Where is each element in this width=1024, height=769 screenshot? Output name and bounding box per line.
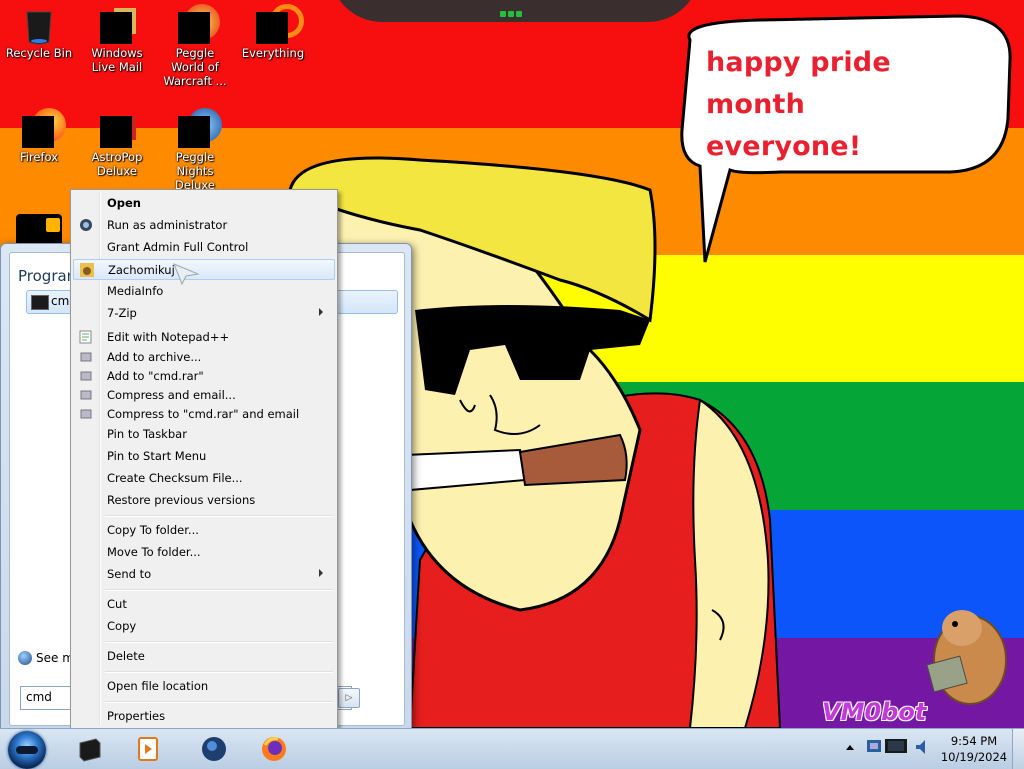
media-player-icon xyxy=(138,737,158,761)
peggle-nights-deluxe-icon xyxy=(178,108,222,148)
desktop-icon-firefox[interactable]: Firefox xyxy=(2,108,76,164)
speech-bubble-text: happy pride month everyone! xyxy=(706,42,996,168)
winrar-icon xyxy=(79,350,93,364)
desktop-icon-recycle-bin[interactable]: Recycle Bin xyxy=(2,4,76,60)
submenu-arrow-icon xyxy=(319,308,323,316)
character-arm xyxy=(688,398,770,728)
menu-item-delete[interactable]: Delete xyxy=(73,646,333,666)
menu-item-move-to-folder[interactable]: Move To folder... xyxy=(73,542,333,562)
shield-icon xyxy=(79,218,93,232)
start-button[interactable] xyxy=(4,730,50,769)
desktop-icon-label: Recycle Bin xyxy=(5,46,73,60)
clock-date: 10/19/2024 xyxy=(940,750,1008,764)
astropop-deluxe-icon xyxy=(100,112,136,148)
taskbar-button-media-player[interactable] xyxy=(120,731,176,767)
recycle-bin-icon xyxy=(22,8,56,45)
tray-show-hidden-icon[interactable] xyxy=(846,745,854,750)
speech-bubble-line-1: happy pride month xyxy=(706,47,891,120)
menu-item-copy[interactable]: Copy xyxy=(73,616,333,636)
menu-item-add-to-archive[interactable]: Add to archive... xyxy=(73,347,333,367)
menu-item-add-to-cmd-rar[interactable]: Add to "cmd.rar" xyxy=(73,366,333,386)
taskbar-button-globe[interactable] xyxy=(186,731,242,767)
terminal-icon xyxy=(79,738,101,762)
desktop-icon-label: Firefox xyxy=(19,150,59,164)
menu-item-zachomikuj[interactable]: Zachomikuj xyxy=(73,259,335,280)
menu-item-run-as-administrator[interactable]: Run as administrator xyxy=(73,215,333,235)
hamster-icon xyxy=(80,263,94,277)
menu-separator xyxy=(105,701,333,703)
menu-item-restore-previous-versions[interactable]: Restore previous versions xyxy=(73,490,333,510)
show-desktop-button[interactable] xyxy=(1012,729,1024,769)
notepad-plus-plus-icon xyxy=(79,330,93,344)
desktop-icon-label: Peggle Nights Deluxe xyxy=(175,150,215,192)
start-orb-icon xyxy=(8,731,46,769)
tray-icon-display[interactable] xyxy=(884,737,908,757)
menu-item-send-to[interactable]: Send to xyxy=(73,564,333,584)
peggle-world-of-warcraft-icon xyxy=(178,4,220,44)
desktop-icon-label: Peggle World of Warcraft ... xyxy=(163,46,227,88)
menu-item-compress-and-email[interactable]: Compress and email... xyxy=(73,385,333,405)
cmd-icon xyxy=(31,295,49,310)
menu-item-mediainfo[interactable]: MediaInfo xyxy=(73,281,333,301)
menu-separator xyxy=(105,671,333,673)
submenu-arrow-icon xyxy=(319,569,323,577)
display-icon xyxy=(885,739,907,753)
ie-globe-icon xyxy=(202,737,226,761)
winrar-icon xyxy=(79,369,93,383)
taskbar: 9:54 PM 10/19/2024 xyxy=(0,728,1024,769)
menu-separator xyxy=(105,515,333,517)
menu-item-properties[interactable]: Properties xyxy=(73,706,333,726)
desktop-icon-everything[interactable]: Everything xyxy=(236,4,310,60)
desktop-icon-label: AstroPop Deluxe xyxy=(91,150,143,178)
desktop-icon-partial[interactable] xyxy=(16,214,62,244)
menu-separator xyxy=(105,641,333,643)
firefox-icon xyxy=(262,737,286,761)
desktop-icon-label: Everything xyxy=(241,46,305,60)
shutdown-arrow-button[interactable]: ▷ xyxy=(338,688,360,708)
menu-item-7-zip[interactable]: 7-Zip xyxy=(73,303,333,323)
firefox-icon xyxy=(22,108,66,148)
watermark-text: VM0bot xyxy=(822,698,927,726)
menu-item-pin-to-taskbar[interactable]: Pin to Taskbar xyxy=(73,424,333,444)
speech-bubble-line-2: everyone! xyxy=(706,131,862,162)
taskbar-button-terminal[interactable] xyxy=(62,731,118,767)
menu-item-cut[interactable]: Cut xyxy=(73,594,333,614)
search-globe-icon xyxy=(18,651,32,665)
tray-icon-network[interactable] xyxy=(866,737,884,757)
menu-item-edit-with-notepad-plus-plus[interactable]: Edit with Notepad++ xyxy=(73,327,333,347)
network-icon xyxy=(867,740,881,752)
menu-item-compress-to-cmd-rar-and-email[interactable]: Compress to "cmd.rar" and email xyxy=(73,404,333,424)
windows-live-mail-icon xyxy=(100,8,136,44)
taskbar-button-firefox[interactable] xyxy=(246,731,302,767)
winrar-icon xyxy=(79,388,93,402)
winrar-icon xyxy=(79,407,93,421)
desktop-icon-windows-live-mail[interactable]: Windows Live Mail xyxy=(80,4,154,74)
clock-time: 9:54 PM xyxy=(950,734,998,748)
menu-item-copy-to-folder[interactable]: Copy To folder... xyxy=(73,520,333,540)
desktop-icon-peggle-nights-deluxe[interactable]: Peggle Nights Deluxe xyxy=(158,108,232,192)
context-menu: Open Run as administrator Grant Admin Fu… xyxy=(70,189,338,729)
menu-item-open[interactable]: Open xyxy=(73,193,333,213)
menu-item-open-file-location[interactable]: Open file location xyxy=(73,676,333,696)
desktop-icon-peggle-world-of-warcraft[interactable]: Peggle World of Warcraft ... xyxy=(158,4,232,88)
tray-icon-volume[interactable] xyxy=(914,737,932,757)
desktop-icon-astropop-deluxe[interactable]: AstroPop Deluxe xyxy=(80,108,154,178)
volume-icon xyxy=(916,740,925,754)
menu-separator xyxy=(105,589,333,591)
app-icon xyxy=(46,218,60,232)
menu-item-pin-to-start-menu[interactable]: Pin to Start Menu xyxy=(73,446,333,466)
menu-item-grant-admin-full-control[interactable]: Grant Admin Full Control xyxy=(73,237,333,257)
mouse-cursor-icon xyxy=(173,263,200,286)
desktop-icon-label: Windows Live Mail xyxy=(91,46,143,74)
everything-icon xyxy=(256,4,304,44)
taskbar-clock[interactable]: 9:54 PM 10/19/2024 xyxy=(936,733,1012,765)
menu-item-create-checksum-file[interactable]: Create Checksum File... xyxy=(73,468,333,488)
